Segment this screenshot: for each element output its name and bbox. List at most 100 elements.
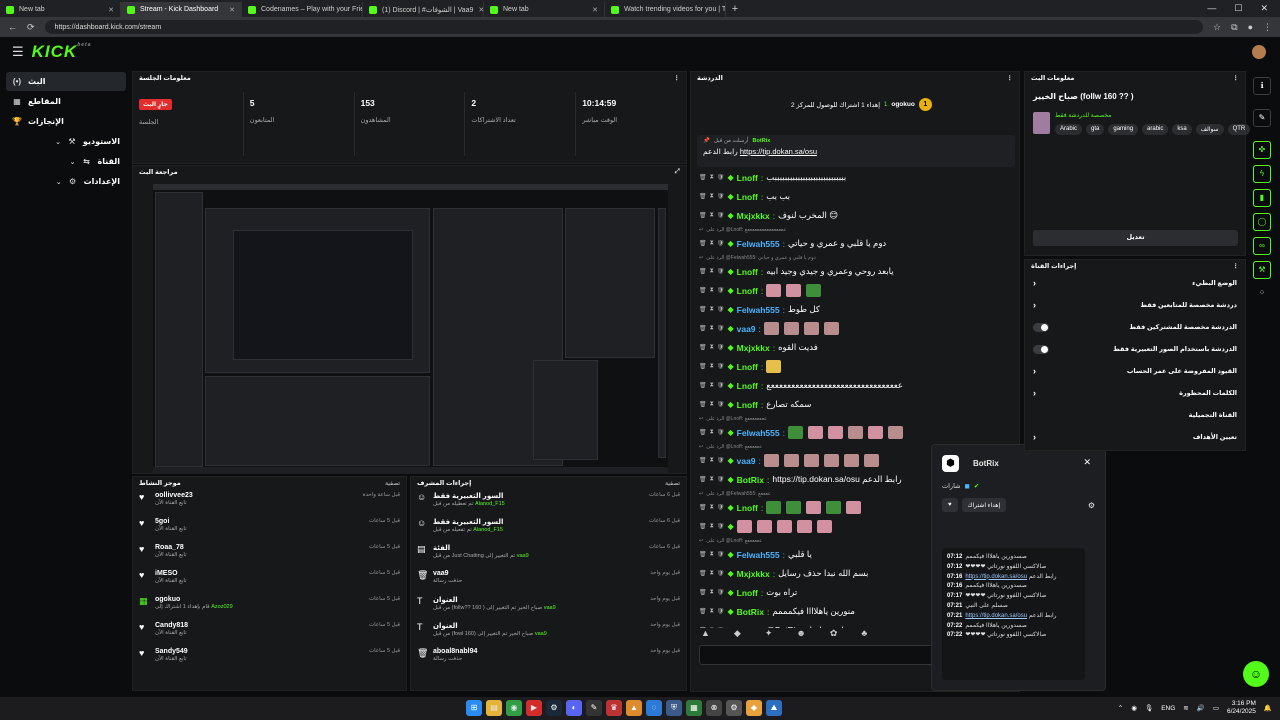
- timeout-icon[interactable]: ⧗: [710, 344, 714, 351]
- timeout-icon[interactable]: ⧗: [710, 457, 714, 464]
- timeout-icon[interactable]: ⧗: [710, 174, 714, 181]
- chat-username[interactable]: Lnoff: [737, 588, 758, 598]
- toggle-switch[interactable]: [1033, 344, 1049, 354]
- ban-icon[interactable]: 🛡: [717, 457, 725, 464]
- chat-username[interactable]: Felwah555: [737, 239, 780, 249]
- microphone-icon[interactable]: 🎙: [1145, 704, 1153, 712]
- chat-username[interactable]: Lnoff: [737, 173, 758, 183]
- language-indicator[interactable]: ENG: [1161, 705, 1175, 712]
- tab-close-icon[interactable]: ✕: [229, 6, 235, 14]
- channel-action-row[interactable]: › دردشة مخصصة للمتابعين فقط: [1025, 294, 1245, 316]
- ban-icon[interactable]: 🛡: [717, 382, 725, 389]
- battery-icon[interactable]: ▭: [1213, 704, 1219, 712]
- youtube-icon[interactable]: ▶: [526, 700, 542, 716]
- more-icon[interactable]: ⋮: [1233, 74, 1240, 82]
- ban-icon[interactable]: 🛡: [717, 363, 725, 370]
- delete-icon[interactable]: 🗑: [699, 325, 707, 332]
- list-item-name[interactable]: 5goi: [155, 518, 187, 525]
- menu-icon[interactable]: ⋮: [1263, 22, 1272, 33]
- chat-username[interactable]: Felwah555: [737, 305, 780, 315]
- reload-icon[interactable]: ⟳: [27, 22, 35, 33]
- delete-icon[interactable]: 🗑: [699, 174, 707, 181]
- app-icon[interactable]: ▦: [686, 700, 702, 716]
- chat-message[interactable]: 🗑 ⧗ 🛡 ◆ Lnoff: ببببببببببببببببببببببببببببب: [699, 168, 1019, 187]
- chat-message[interactable]: 🗑 ⧗ 🛡 ◆ Felwah555: دوم يا قلبي و عمري و حياتي: [699, 234, 1019, 253]
- delete-icon[interactable]: 🗑: [699, 306, 707, 313]
- goal-user[interactable]: ogokuo: [891, 101, 914, 108]
- log-link[interactable]: https://tip.dokan.sa/osu: [965, 574, 1027, 580]
- delete-icon[interactable]: 🗑: [699, 193, 707, 200]
- ban-icon[interactable]: 🛡: [717, 212, 725, 219]
- list-item-user[interactable]: Azoz029: [211, 604, 232, 610]
- list-item-name[interactable]: Sandy549: [155, 648, 188, 655]
- list-item-name[interactable]: Candy818: [155, 622, 188, 629]
- timeout-icon[interactable]: ⧗: [710, 306, 714, 313]
- browser-tab[interactable]: New tab ✕: [0, 2, 121, 17]
- app-icon[interactable]: ✎: [586, 700, 602, 716]
- ban-icon[interactable]: 🛡: [717, 608, 725, 615]
- stream-tag[interactable]: arabic: [1142, 124, 1169, 135]
- stream-tag[interactable]: ksa: [1172, 124, 1192, 135]
- sidebar-item-2[interactable]: 🏆 الإنجازات: [6, 112, 126, 131]
- list-item-name[interactable]: ogokuo: [155, 596, 233, 603]
- list-item-user[interactable]: vaa9: [544, 605, 556, 611]
- tray-chevron-icon[interactable]: ⌃: [1118, 704, 1123, 712]
- steam-icon[interactable]: ⚙: [546, 700, 562, 716]
- ban-icon[interactable]: 🛡: [717, 523, 725, 530]
- delete-icon[interactable]: 🗑: [699, 523, 707, 530]
- ban-icon[interactable]: 🛡: [717, 589, 725, 596]
- stream-tag[interactable]: Arabic: [1055, 124, 1083, 135]
- timeout-icon[interactable]: ⧗: [710, 401, 714, 408]
- more-icon[interactable]: ⋮: [1233, 262, 1240, 270]
- timeout-icon[interactable]: ⧗: [710, 570, 714, 577]
- settings-icon[interactable]: ⚙: [726, 700, 742, 716]
- timeout-icon[interactable]: ⧗: [710, 287, 714, 294]
- channel-action-row[interactable]: › الوضع البطيء: [1025, 272, 1245, 294]
- lightning-icon[interactable]: ϟ: [1253, 165, 1271, 183]
- delete-icon[interactable]: 🗑: [699, 212, 707, 219]
- channel-action-row[interactable]: › الكلمات المحظورة: [1025, 382, 1245, 404]
- pinned-user[interactable]: BotRix: [753, 138, 771, 144]
- chat-message[interactable]: 🗑 ⧗ 🛡 ◆ Lnoff: عععععععععععععععععععععععععععععع…: [699, 376, 1019, 395]
- delete-icon[interactable]: 🗑: [699, 382, 707, 389]
- chat-username[interactable]: Felwah555: [737, 428, 780, 438]
- chat-username[interactable]: Lnoff: [737, 267, 758, 277]
- timeout-icon[interactable]: ⧗: [710, 212, 714, 219]
- sidebar-item-1[interactable]: ▦ المقاطع: [6, 92, 126, 111]
- timeout-icon[interactable]: ⧗: [710, 268, 714, 275]
- delete-icon[interactable]: 🗑: [699, 240, 707, 247]
- ban-icon[interactable]: 🛡: [717, 306, 725, 313]
- emote-icon[interactable]: ☻: [796, 628, 805, 639]
- delete-icon[interactable]: 🗑: [699, 589, 707, 596]
- delete-icon[interactable]: 🗑: [699, 457, 707, 464]
- list-item-user[interactable]: Alanod_F15: [473, 527, 503, 533]
- timeout-icon[interactable]: ⧗: [710, 523, 714, 530]
- browser-tab[interactable]: Watch trending videos for you | T✕: [605, 2, 726, 17]
- timeout-icon[interactable]: ⧗: [710, 325, 714, 332]
- ban-icon[interactable]: 🛡: [717, 344, 725, 351]
- app-icon[interactable]: ▲: [626, 700, 642, 716]
- timeout-icon[interactable]: ⧗: [710, 476, 714, 483]
- stream-category[interactable]: مخصصة للدردشة فقط: [1055, 112, 1111, 119]
- timeout-icon[interactable]: ⧗: [710, 589, 714, 596]
- delete-icon[interactable]: 🗑: [699, 268, 707, 275]
- ban-icon[interactable]: 🛡: [717, 193, 725, 200]
- ban-icon[interactable]: 🛡: [717, 401, 725, 408]
- delete-icon[interactable]: 🗑: [699, 287, 707, 294]
- chat-message[interactable]: 🗑 ⧗ 🛡 ◆ Lnoff: يابعد روحي وعمري و جيدي وجيد ا…: [699, 262, 1019, 281]
- list-item-name[interactable]: iMESO: [155, 570, 187, 577]
- sidebar-item-0[interactable]: (•) البث: [6, 72, 126, 91]
- browser-tab[interactable]: New tab ✕: [484, 2, 605, 17]
- pencil-icon[interactable]: ✎: [1253, 109, 1271, 127]
- back-icon[interactable]: ←: [8, 22, 17, 32]
- ban-icon[interactable]: 🛡: [717, 287, 725, 294]
- sidebar-item-5[interactable]: ⌄ ⚙ الإعدادات: [6, 172, 126, 191]
- chrome-icon[interactable]: ◉: [506, 700, 522, 716]
- list-item-name[interactable]: oollivvee23: [155, 492, 193, 499]
- timeout-icon[interactable]: ⧗: [710, 363, 714, 370]
- chat-message[interactable]: 🗑 ⧗ 🛡 ◆ Felwah555:: [699, 423, 1019, 442]
- chat-username[interactable]: Mxjxkkx: [737, 211, 770, 221]
- chat-username[interactable]: Lnoff: [737, 503, 758, 513]
- pinned-message[interactable]: 📌 أرسلت من قبل BotRix رابط الدعم https://t…: [697, 135, 1015, 167]
- ban-icon[interactable]: 🛡: [717, 570, 725, 577]
